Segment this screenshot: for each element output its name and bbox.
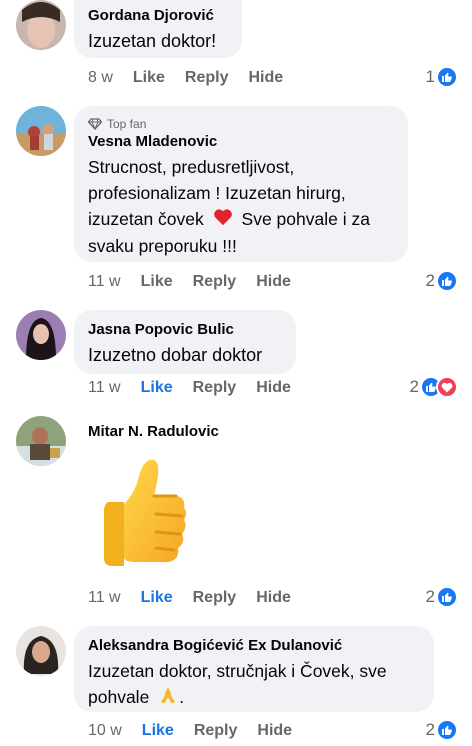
reaction-count[interactable]: 1 [426,66,458,88]
reply-button[interactable]: Reply [194,722,238,740]
avatar[interactable] [16,626,66,676]
comment-time[interactable]: 11 w [88,379,121,397]
reaction-count[interactable]: 2 [426,719,458,741]
comment-bubble: Jasna Popovic Bulic Izuzetno dobar dokto… [74,310,296,374]
comment-actions: 11 w Like Reply Hide [88,379,311,397]
comment-author[interactable]: Jasna Popovic Bulic [88,320,282,340]
comment-text: Strucnost, predusretljivost, profesional… [88,154,394,259]
comment-author[interactable]: Aleksandra Bogićević Ex Dulanović [88,636,420,656]
hide-button[interactable]: Hide [256,589,291,607]
hide-button[interactable]: Hide [256,273,291,291]
text-line: izuzetan čovek Sve pohvale i za [88,206,394,233]
reply-button[interactable]: Reply [193,589,237,607]
text-line: svaku preporuku !!! [88,236,237,257]
hide-button[interactable]: Hide [249,69,284,87]
reaction-count[interactable]: 2 [410,376,458,398]
comment-actions: 8 w Like Reply Hide [88,69,303,87]
comment-author[interactable]: Vesna Mladenovic [88,132,394,152]
reaction-number: 2 [409,377,419,396]
heart-emoji [213,207,233,233]
like-button[interactable]: Like [141,589,173,607]
reaction-number: 2 [425,720,435,739]
comment-time[interactable]: 10 w [88,722,122,740]
reaction-number: 2 [425,271,435,290]
comment-actions: 10 w Like Reply Hide [88,722,312,740]
like-reaction-icon [436,586,458,608]
comment-bubble: Gordana Djorović Izuzetan doktor! [74,0,242,58]
comment-bubble: Top fan Vesna Mladenovic Strucnost, pred… [74,106,408,262]
like-reaction-icon [436,270,458,292]
comment-author[interactable]: Gordana Djorović [88,6,228,26]
thumbs-up-emoji [94,454,190,577]
avatar[interactable] [16,106,66,156]
avatar[interactable] [16,0,66,50]
reaction-count[interactable]: 2 [426,270,458,292]
like-button[interactable]: Like [142,722,174,740]
reply-button[interactable]: Reply [185,69,229,87]
comment-text: Izuzetan doktor! [88,31,217,51]
text-segment: . [179,687,185,707]
text-segment: izuzetan čovek [88,209,204,229]
like-reaction-icon [436,719,458,741]
comment-actions: 11 w Like Reply Hide [88,273,311,291]
comment-time[interactable]: 11 w [88,273,121,291]
comment-text: Izuzetno dobar doktor [88,345,263,365]
reaction-number: 2 [425,587,435,606]
avatar[interactable] [16,310,66,360]
like-button[interactable]: Like [141,273,173,291]
text-segment: Sve pohvale i za [241,209,370,229]
comment-bubble: Aleksandra Bogićević Ex Dulanović Izuzet… [74,626,434,712]
praying-hands-emoji [158,685,178,711]
reaction-count[interactable]: 2 [426,586,458,608]
hide-button[interactable]: Hide [256,379,291,397]
diamond-icon [88,118,102,130]
like-button[interactable]: Like [141,379,173,397]
top-fan-badge: Top fan [88,116,394,132]
comment-actions: 11 w Like Reply Hide [88,589,311,607]
reaction-number: 1 [425,67,435,86]
comment-time[interactable]: 11 w [88,589,121,607]
love-reaction-icon [436,376,458,398]
reply-button[interactable]: Reply [193,273,237,291]
comment-text: Izuzetan doktor, stručnjak i Čovek, sve … [88,658,420,711]
comment-bubble: Mitar N. Radulovic [74,416,274,452]
like-button[interactable]: Like [133,69,165,87]
top-fan-label: Top fan [107,117,147,131]
text-line: Izuzetan doktor, stručnjak i Čovek, sve [88,661,387,681]
text-line: Strucnost, predusretljivost, [88,157,295,177]
text-line: pohvale . [88,684,420,711]
like-reaction-icon [436,66,458,88]
hide-button[interactable]: Hide [257,722,292,740]
avatar[interactable] [16,416,66,466]
comment-author[interactable]: Mitar N. Radulovic [88,422,260,442]
text-line: profesionalizam ! Izuzetan hirurg, [88,183,346,203]
comment-time[interactable]: 8 w [88,69,113,87]
text-segment: pohvale [88,687,150,707]
reply-button[interactable]: Reply [193,379,237,397]
